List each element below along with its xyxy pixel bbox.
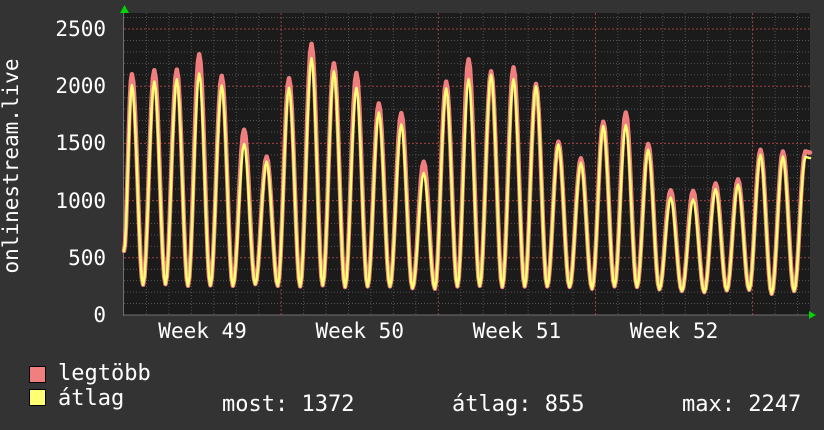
stat-most: most: 1372 xyxy=(222,394,354,416)
y-tick-label: 0 xyxy=(93,303,106,327)
rrd-graph-screen: onlinestream.live 0 500 1000 1500 2000 2500 W… xyxy=(0,0,824,430)
legend-swatch-legtobb xyxy=(29,366,46,383)
y-tick-label: 1000 xyxy=(55,188,106,213)
y-tick-label: 500 xyxy=(68,245,106,270)
x-tick-label: Week 52 xyxy=(629,319,719,343)
y-tick-label: 2500 xyxy=(55,17,106,41)
stat-max-label: max: xyxy=(682,392,735,417)
stat-most-value: 1372 xyxy=(301,392,355,417)
y-axis-arrow-icon xyxy=(120,5,129,13)
stat-max-value: 2247 xyxy=(748,392,802,417)
y-axis-title: onlinestream.live xyxy=(0,58,23,274)
y-tick-label: 1500 xyxy=(55,131,106,156)
legend-label-legtobb: legtöbb xyxy=(58,361,151,386)
x-tick-label: Week 51 xyxy=(472,319,562,343)
x-axis-arrow-icon xyxy=(809,311,816,319)
y-tick-label: 2000 xyxy=(55,74,106,99)
stat-atlag-value: 855 xyxy=(544,392,585,417)
legend-label-atlag: átlag xyxy=(58,386,125,411)
x-tick-label: Week 49 xyxy=(158,319,247,343)
stat-atlag-label: átlag: xyxy=(452,392,532,417)
legend-swatch-atlag xyxy=(29,389,46,406)
stat-max: max: 2247 xyxy=(682,394,801,416)
stat-most-label: most: xyxy=(222,392,289,417)
x-tick-label: Week 50 xyxy=(315,319,404,343)
stat-atlag: átlag: 855 xyxy=(452,394,584,416)
